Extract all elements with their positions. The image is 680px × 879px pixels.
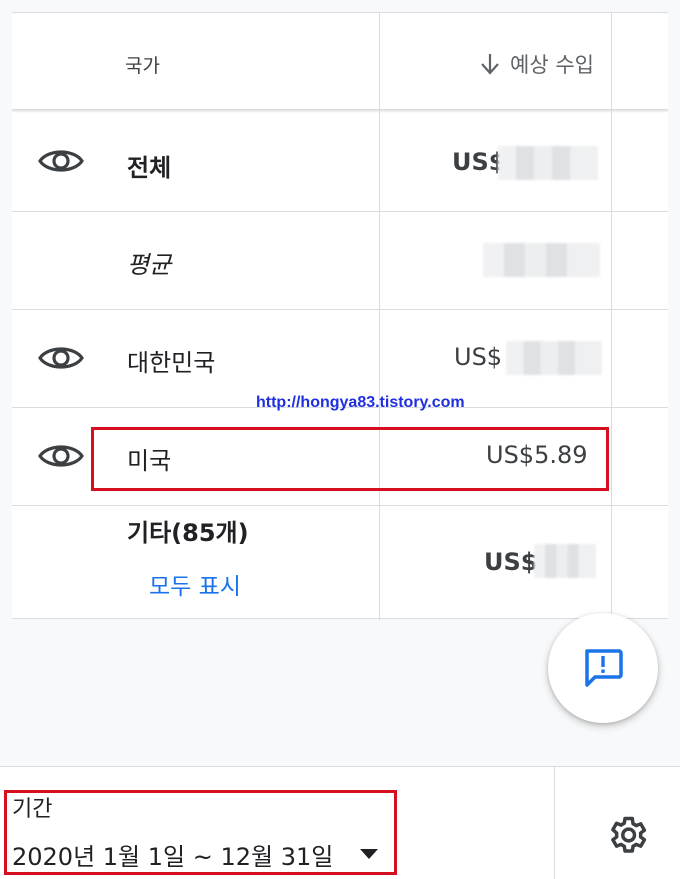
country-revenue-table: 국가 예상 수입 전체 US$ 평균 대한민국 US$ 미국 US$5.89 기… <box>12 12 668 620</box>
redacted-value <box>506 341 602 375</box>
row-divider <box>12 505 668 506</box>
row-divider <box>12 211 668 212</box>
feedback-icon <box>585 649 623 687</box>
show-all-link[interactable]: 모두 표시 <box>149 567 241 601</box>
arrow-down-icon <box>481 54 499 75</box>
bottom-divider <box>554 767 555 879</box>
feedback-button[interactable] <box>548 613 658 723</box>
highlight-box-usa <box>91 427 609 491</box>
row-value-others: US$ <box>484 548 538 576</box>
redacted-value <box>498 146 598 180</box>
column-header-country[interactable]: 국가 <box>125 51 160 78</box>
eye-icon[interactable] <box>38 441 84 471</box>
row-value-korea: US$ <box>454 343 503 371</box>
row-label-korea: 대한민국 <box>127 349 216 377</box>
redacted-value <box>534 544 596 578</box>
eye-icon[interactable] <box>38 343 84 373</box>
highlight-box-period <box>4 790 397 875</box>
watermark-url: http://hongya83.tistory.com <box>256 394 465 411</box>
row-divider <box>12 309 668 310</box>
row-label-others: 기타(85개) <box>127 519 249 547</box>
redacted-value <box>483 243 600 277</box>
gear-icon[interactable] <box>605 813 649 857</box>
estimated-revenue-label: 예상 수입 <box>510 53 594 77</box>
table-header: 국가 예상 수입 <box>12 13 668 111</box>
eye-icon[interactable] <box>38 146 84 176</box>
header-shadow <box>12 109 668 113</box>
row-label-average: 평균 <box>127 251 172 279</box>
row-label-total: 전체 <box>127 154 172 182</box>
column-header-estimated-revenue[interactable]: 예상 수입 <box>480 49 594 79</box>
